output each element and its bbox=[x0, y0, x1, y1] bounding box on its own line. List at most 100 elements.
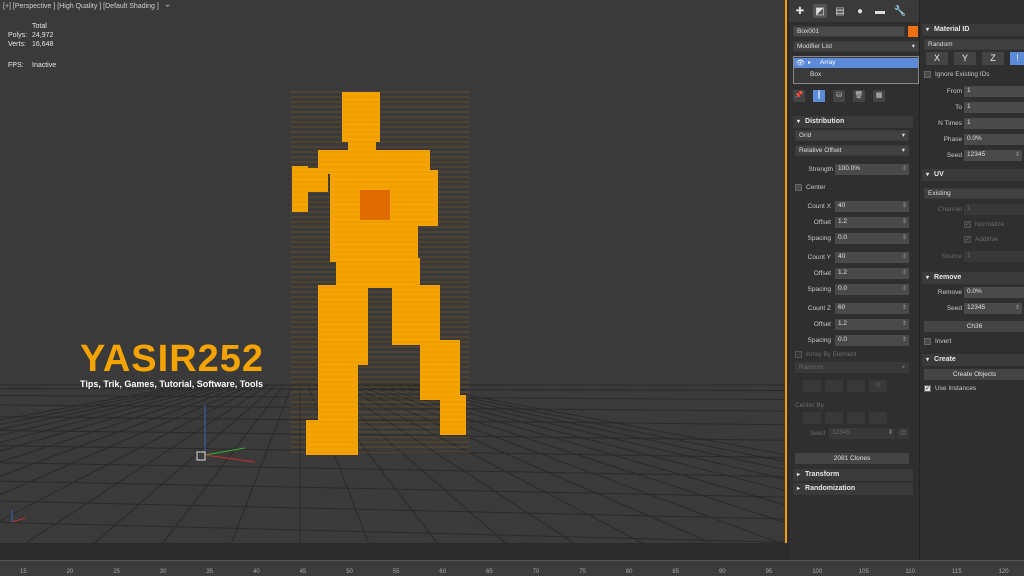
rollout-randomization[interactable]: ▸ Randomization bbox=[793, 483, 913, 495]
ntimes-spinner[interactable]: 1 bbox=[964, 118, 1024, 129]
ch-button[interactable]: Ch36 bbox=[924, 321, 1024, 332]
spacing-y-label: Spacing bbox=[807, 286, 832, 293]
axis-y-button[interactable]: Y bbox=[954, 52, 976, 65]
make-unique-icon[interactable]: ⛁ bbox=[833, 90, 845, 102]
ignore-existing-ids-checkbox[interactable]: Ignore Existing IDs bbox=[924, 71, 990, 78]
viewport-label[interactable]: [+] [Perspective ] [High Quality ] [Defa… bbox=[3, 3, 170, 11]
axis-z-button[interactable]: Z bbox=[982, 52, 1004, 65]
timeline-ruler[interactable]: 15 20 25 30 35 40 45 50 55 60 65 70 75 80 85 90 95 100 105… bbox=[0, 560, 1024, 576]
strength-spinner[interactable]: 100.0% ⇕ bbox=[835, 164, 909, 175]
rollout-create[interactable]: ▾ Create bbox=[922, 354, 1024, 366]
modifier-stack[interactable]: 👁 ▸ Array Box bbox=[793, 56, 919, 84]
rollout-transform[interactable]: ▸ Transform bbox=[793, 469, 913, 481]
show-end-result-icon[interactable]: ┃ bbox=[813, 90, 825, 102]
expand-icon[interactable]: ▸ bbox=[808, 58, 811, 68]
element-mode-icon-3[interactable] bbox=[847, 380, 865, 392]
from-label: From bbox=[946, 88, 962, 95]
offset-z-spinner[interactable]: 1.2 ⇕ bbox=[835, 319, 909, 330]
axis-extra-button[interactable]: ! bbox=[1010, 52, 1024, 65]
object-name-field[interactable]: Box001 bbox=[793, 26, 905, 37]
remove-spinner[interactable]: 0.0% bbox=[964, 287, 1024, 298]
spacing-x-spinner[interactable]: 0.0 ⇕ bbox=[835, 233, 909, 244]
remove-seed-spinner[interactable]: 12345 ⇕ bbox=[964, 303, 1022, 314]
count-x-spinner[interactable]: 40 ⇕ bbox=[835, 201, 909, 212]
random-dropdown[interactable]: Random ▾ bbox=[795, 362, 909, 373]
fps-label: FPS: bbox=[8, 62, 24, 69]
remove-modifier-icon[interactable]: 🗑 bbox=[853, 90, 865, 102]
from-spinner[interactable]: 1 bbox=[964, 86, 1024, 97]
object-color-swatch[interactable] bbox=[908, 26, 918, 37]
spacing-y-spinner[interactable]: 0.0 ⇕ bbox=[835, 284, 909, 295]
viewport[interactable]: [+] [Perspective ] [High Quality ] [Defa… bbox=[0, 0, 787, 543]
hierarchy-tab-icon[interactable]: ▤ bbox=[833, 4, 847, 18]
element-mode-icon-1[interactable] bbox=[803, 380, 821, 392]
spacing-z-label: Spacing bbox=[807, 337, 832, 344]
center-by-icon-3[interactable] bbox=[847, 412, 865, 424]
center-by-icon-1[interactable] bbox=[803, 412, 821, 424]
configure-sets-icon[interactable]: ▦ bbox=[873, 90, 885, 102]
distribution-mode-dropdown[interactable]: Grid ▾ bbox=[795, 130, 909, 141]
stack-item-box[interactable]: Box bbox=[794, 70, 918, 80]
material-mode-dropdown[interactable]: Random bbox=[924, 39, 1024, 50]
modify-tab-icon[interactable]: ◩ bbox=[813, 4, 827, 18]
display-tab-icon[interactable]: ▬ bbox=[873, 4, 887, 18]
timeline-tick: 95 bbox=[765, 569, 773, 575]
array-by-element-checkbox[interactable]: Array By Element bbox=[795, 351, 857, 358]
timeline-tick: 65 bbox=[486, 569, 493, 575]
uv-mode-dropdown[interactable]: Existing bbox=[924, 188, 1024, 199]
clones-button[interactable]: 2081 Clones bbox=[795, 453, 909, 464]
timeline-tick: 60 bbox=[439, 569, 447, 575]
timeline-tick: 20 bbox=[66, 569, 74, 575]
count-z-spinner[interactable]: 60 ⇕ bbox=[835, 303, 909, 314]
rollout-distribution[interactable]: ▾ Distribution bbox=[793, 116, 913, 128]
stack-toolbar: 📌 ┃ ⛁ 🗑 ▦ bbox=[793, 90, 885, 102]
polys-label: Polys: bbox=[8, 32, 28, 39]
pin-stack-icon[interactable]: 📌 bbox=[793, 90, 805, 102]
spacing-z-spinner[interactable]: 0.0 ⇕ bbox=[835, 335, 909, 346]
to-spinner[interactable]: 1 bbox=[964, 102, 1024, 113]
remove-seed-label: Seed bbox=[946, 305, 962, 312]
center-checkbox[interactable]: Center bbox=[795, 184, 826, 191]
eye-icon[interactable]: 👁 bbox=[796, 59, 805, 69]
count-x-label: Count X bbox=[807, 203, 832, 210]
phase-spinner[interactable]: 0.0% bbox=[964, 134, 1024, 145]
use-instances-checkbox[interactable]: ✓ Use Instances bbox=[924, 385, 976, 392]
offset-y-spinner[interactable]: 1.2 ⇕ bbox=[835, 268, 909, 279]
timeline-tick: 100 bbox=[812, 569, 823, 575]
watermark: YASIR252 Tips, Trik, Games, Tutorial, So… bbox=[80, 338, 264, 389]
rollout-material-id[interactable]: ▾ Material ID bbox=[922, 24, 1024, 36]
timeline-tick: 80 bbox=[625, 569, 633, 575]
stack-item-array[interactable]: 👁 ▸ Array bbox=[794, 58, 918, 68]
center-by-icon-2[interactable] bbox=[825, 412, 843, 424]
channel-spinner[interactable]: 1 bbox=[964, 204, 1024, 215]
timeline-tick: 55 bbox=[392, 569, 400, 575]
create-tab-icon[interactable]: ✚ bbox=[793, 4, 807, 18]
invert-checkbox[interactable]: Invert bbox=[924, 338, 951, 345]
create-objects-button[interactable]: Create Objects bbox=[924, 369, 1024, 380]
rollout-uv[interactable]: ▾ UV bbox=[922, 169, 1024, 181]
normalize-checkbox[interactable]: ✓ Normalize bbox=[964, 221, 1004, 228]
offset-x-spinner[interactable]: 1.2 ⇕ bbox=[835, 217, 909, 228]
verts-value: 16,648 bbox=[32, 41, 54, 48]
collapse-icon: ▾ bbox=[797, 119, 801, 125]
rollout-remove[interactable]: ▾ Remove bbox=[922, 272, 1024, 284]
axis-x-button[interactable]: X bbox=[926, 52, 948, 65]
dice-icon[interactable]: ⚄ bbox=[897, 428, 909, 439]
additive-checkbox[interactable]: ✓ Additive bbox=[964, 236, 998, 243]
voxel-figure bbox=[290, 91, 470, 455]
modifier-list-dropdown[interactable]: Modifier List ▾ bbox=[793, 41, 919, 52]
funnel-icon[interactable]: ⏷ bbox=[165, 3, 171, 10]
utilities-tab-icon[interactable]: 🔧 bbox=[893, 4, 907, 18]
motion-tab-icon[interactable]: ● bbox=[853, 4, 867, 18]
material-seed-spinner[interactable]: 12345 ⇕ bbox=[964, 150, 1022, 161]
element-seed-spinner[interactable]: 12345 ⇕ bbox=[829, 428, 895, 439]
offset-mode-dropdown[interactable]: Relative Offset ▾ bbox=[795, 145, 909, 156]
command-panel: ✚ ◩ ▤ ● ▬ 🔧 Box001 Modifier List ▾ 👁 ▸ A… bbox=[789, 0, 919, 560]
element-mode-icon-4[interactable]: ⊙ bbox=[869, 380, 887, 392]
timeline-tick: 85 bbox=[672, 569, 680, 575]
center-by-icon-4[interactable] bbox=[869, 412, 887, 424]
source-spinner[interactable]: 1 bbox=[964, 251, 1024, 262]
timeline-tick: 120 bbox=[998, 569, 1009, 575]
count-y-spinner[interactable]: 40 ⇕ bbox=[835, 252, 909, 263]
element-mode-icon-2[interactable] bbox=[825, 380, 843, 392]
